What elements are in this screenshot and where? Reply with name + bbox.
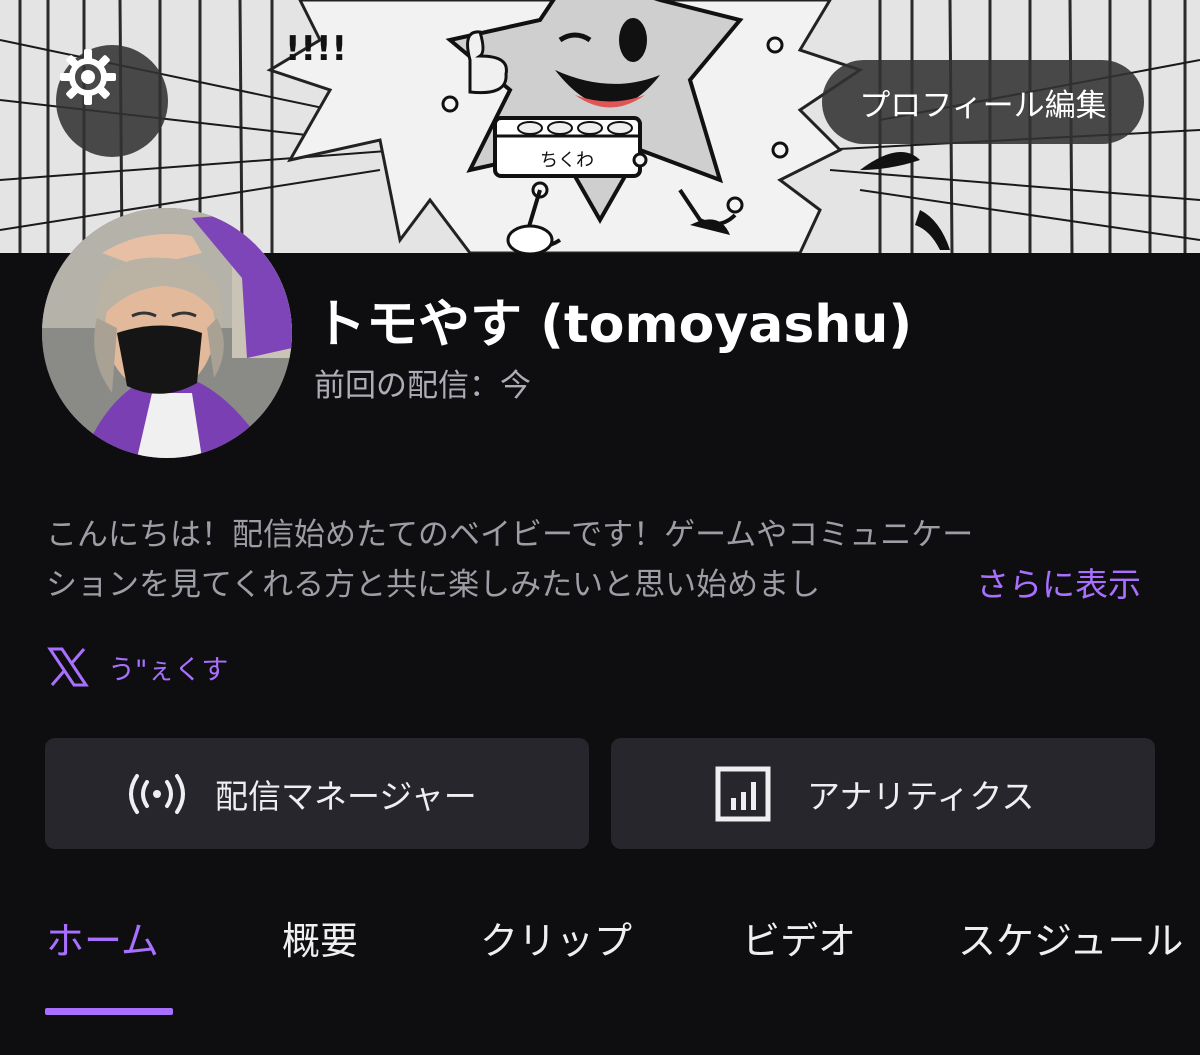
banner-exclaim-text: !!!! bbox=[285, 29, 347, 69]
x-logo-icon bbox=[47, 647, 89, 687]
social-link-label: う"ぇくす bbox=[108, 654, 229, 686]
broadcast-icon bbox=[129, 773, 185, 814]
tab-videos[interactable]: ビデオ bbox=[742, 910, 856, 965]
last-stream-text: 前回の配信：今 bbox=[314, 368, 531, 404]
tab-about[interactable]: 概要 bbox=[282, 910, 358, 965]
show-more-link[interactable]: さらに表示 bbox=[976, 560, 1141, 610]
bio-line-1: こんにちは！配信始めたてのベイビーです！ゲームやコミュニケー bbox=[46, 517, 974, 553]
avatar-photo bbox=[42, 208, 292, 458]
bio-line-2-text: ションを見てくれる方と共に楽しみたいと思い始めまし bbox=[46, 567, 821, 603]
social-link-x[interactable]: う"ぇくす bbox=[46, 645, 228, 689]
channel-tabs: ホーム 概要 クリップ ビデオ スケジュール bbox=[0, 910, 1200, 990]
bio-line-2: ションを見てくれる方と共に楽しみたいと思い始めまし さらに表示 bbox=[46, 560, 1166, 610]
stream-manager-label: 配信マネージャー bbox=[215, 776, 477, 816]
active-tab-indicator bbox=[45, 1008, 173, 1015]
banner-box-text: ちくわ bbox=[540, 150, 594, 171]
tab-schedule[interactable]: スケジュール bbox=[958, 910, 1183, 965]
gear-icon bbox=[60, 49, 116, 105]
bar-chart-icon bbox=[715, 766, 771, 821]
edit-profile-label: プロフィール編集 bbox=[859, 87, 1107, 124]
edit-profile-button[interactable]: プロフィール編集 bbox=[822, 60, 1144, 144]
analytics-label: アナリティクス bbox=[807, 776, 1035, 816]
bio: こんにちは！配信始めたてのベイビーです！ゲームやコミュニケー ションを見てくれる… bbox=[46, 510, 1166, 610]
avatar[interactable] bbox=[42, 208, 292, 458]
tab-home[interactable]: ホーム bbox=[46, 910, 159, 965]
stream-manager-button[interactable]: 配信マネージャー bbox=[45, 738, 589, 849]
analytics-button[interactable]: アナリティクス bbox=[611, 738, 1155, 849]
settings-button[interactable] bbox=[56, 45, 168, 157]
tab-clips[interactable]: クリップ bbox=[480, 910, 632, 965]
display-name: トモやす (tomoyashu) bbox=[314, 295, 913, 355]
